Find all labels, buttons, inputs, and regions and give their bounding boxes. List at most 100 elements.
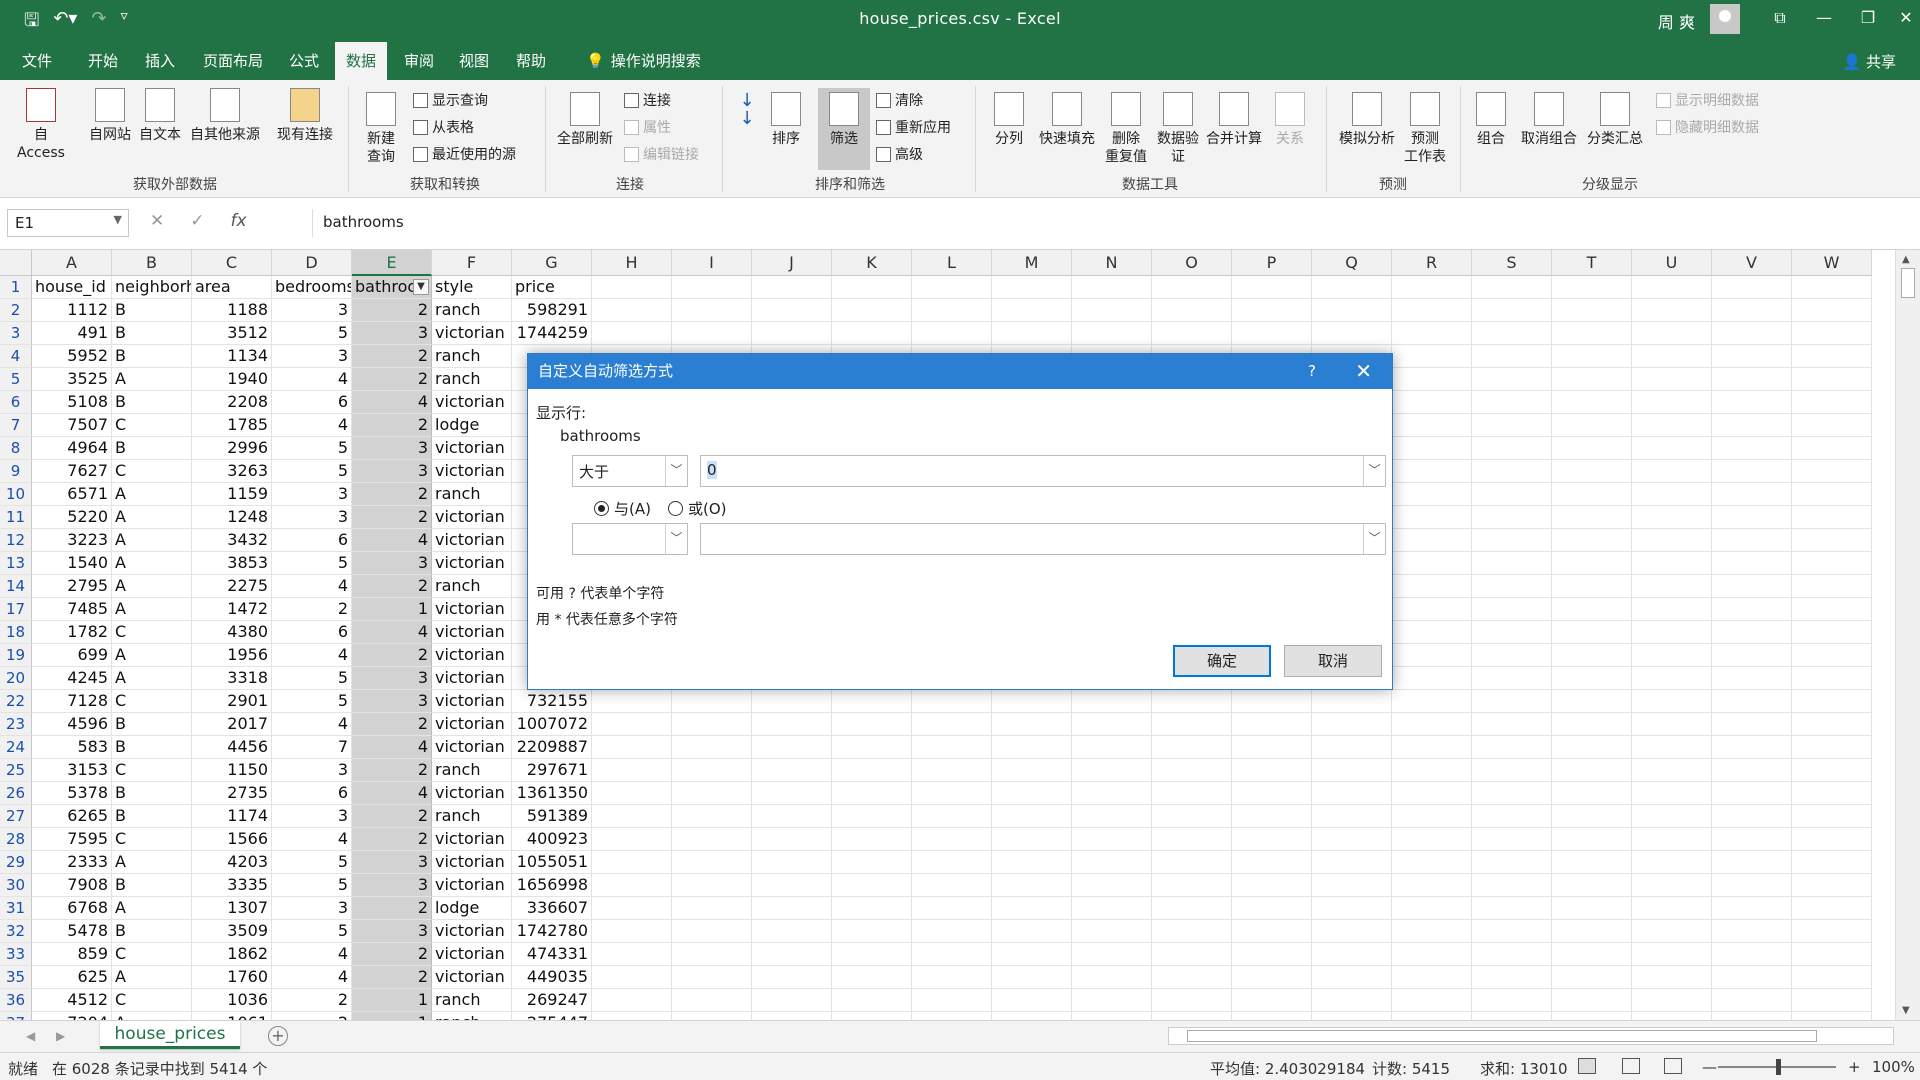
table-cell[interactable]: 2795 <box>32 575 112 598</box>
table-cell[interactable] <box>1632 460 1712 483</box>
column-header-p[interactable]: P <box>1232 250 1312 276</box>
column-header-t[interactable]: T <box>1552 250 1632 276</box>
table-cell[interactable]: 3 <box>272 805 352 828</box>
table-cell[interactable] <box>1552 621 1632 644</box>
table-cell[interactable] <box>1152 759 1232 782</box>
table-cell[interactable]: A <box>112 506 192 529</box>
table-cell[interactable]: 2 <box>352 506 432 529</box>
table-cell[interactable] <box>1472 368 1552 391</box>
advanced-filter-button[interactable]: 高级 <box>876 144 923 164</box>
flash-fill-button[interactable]: 快速填充 <box>1034 92 1100 148</box>
table-cell[interactable] <box>1632 943 1712 966</box>
connections-button[interactable]: 连接 <box>624 90 671 110</box>
table-cell[interactable]: 591389 <box>512 805 592 828</box>
table-cell[interactable] <box>752 805 832 828</box>
table-cell[interactable]: 4 <box>352 621 432 644</box>
row-header[interactable]: 18 <box>0 621 32 644</box>
table-cell[interactable] <box>1552 483 1632 506</box>
table-cell[interactable] <box>1072 805 1152 828</box>
table-cell[interactable] <box>1632 897 1712 920</box>
table-cell[interactable] <box>1792 483 1872 506</box>
table-cell[interactable]: 3 <box>352 667 432 690</box>
column-header-b[interactable]: B <box>112 250 192 276</box>
table-cell[interactable]: 2 <box>272 1012 352 1020</box>
table-cell[interactable] <box>1312 759 1392 782</box>
table-cell[interactable] <box>1392 322 1472 345</box>
row-header[interactable]: 11 <box>0 506 32 529</box>
table-cell[interactable] <box>832 989 912 1012</box>
close-icon[interactable]: ✕ <box>1886 8 1920 27</box>
table-cell[interactable] <box>1152 966 1232 989</box>
zoom-slider-thumb[interactable] <box>1776 1059 1781 1075</box>
next-sheet-icon[interactable]: ▶ <box>56 1029 65 1043</box>
table-cell[interactable]: 474331 <box>512 943 592 966</box>
table-cell[interactable]: 5 <box>272 851 352 874</box>
table-cell[interactable] <box>1552 736 1632 759</box>
table-cell[interactable]: 1785 <box>192 414 272 437</box>
table-cell[interactable]: 4203 <box>192 851 272 874</box>
table-cell[interactable] <box>992 966 1072 989</box>
table-cell[interactable] <box>1472 736 1552 759</box>
table-cell[interactable] <box>1392 989 1472 1012</box>
table-cell[interactable]: 1188 <box>192 299 272 322</box>
table-cell[interactable] <box>1552 690 1632 713</box>
table-cell[interactable]: 4 <box>352 529 432 552</box>
table-cell[interactable] <box>1392 759 1472 782</box>
table-cell[interactable] <box>912 759 992 782</box>
table-cell[interactable] <box>752 782 832 805</box>
table-cell[interactable]: A <box>112 644 192 667</box>
show-detail-button[interactable]: 显示明细数据 <box>1656 90 1759 110</box>
column-header-e[interactable]: E <box>352 250 432 276</box>
row-header[interactable]: 7 <box>0 414 32 437</box>
table-cell[interactable] <box>1472 667 1552 690</box>
from-web-button[interactable]: 自网站 <box>84 88 136 144</box>
table-cell[interactable]: C <box>112 759 192 782</box>
table-cell[interactable] <box>592 920 672 943</box>
table-cell[interactable] <box>1392 529 1472 552</box>
column-header-w[interactable]: W <box>1792 250 1872 276</box>
table-cell[interactable]: 3 <box>352 690 432 713</box>
header-cell[interactable] <box>992 276 1072 299</box>
table-cell[interactable]: B <box>112 713 192 736</box>
table-cell[interactable] <box>992 851 1072 874</box>
table-cell[interactable]: victorian <box>432 713 512 736</box>
table-cell[interactable]: victorian <box>432 644 512 667</box>
table-cell[interactable] <box>752 851 832 874</box>
table-cell[interactable] <box>992 805 1072 828</box>
table-cell[interactable] <box>1712 805 1792 828</box>
column-header-h[interactable]: H <box>592 250 672 276</box>
chevron-down-icon[interactable]: ﹀ <box>1363 524 1385 554</box>
table-cell[interactable] <box>1552 345 1632 368</box>
table-cell[interactable] <box>1712 322 1792 345</box>
table-cell[interactable]: victorian <box>432 736 512 759</box>
table-cell[interactable] <box>1552 943 1632 966</box>
table-cell[interactable]: ranch <box>432 368 512 391</box>
table-cell[interactable] <box>672 920 752 943</box>
table-cell[interactable]: C <box>112 828 192 851</box>
chevron-down-icon[interactable]: ﹀ <box>665 524 687 554</box>
table-cell[interactable]: 5 <box>272 322 352 345</box>
table-cell[interactable] <box>1472 966 1552 989</box>
table-cell[interactable]: victorian <box>432 552 512 575</box>
table-cell[interactable] <box>1232 989 1312 1012</box>
tab-file[interactable]: 文件 <box>14 42 60 80</box>
row-header[interactable]: 20 <box>0 667 32 690</box>
column-header-v[interactable]: V <box>1712 250 1792 276</box>
chevron-down-icon[interactable]: ﹀ <box>1363 456 1385 486</box>
table-cell[interactable] <box>1392 552 1472 575</box>
table-cell[interactable] <box>1712 828 1792 851</box>
table-cell[interactable]: 2735 <box>192 782 272 805</box>
table-cell[interactable]: 2 <box>352 368 432 391</box>
insert-function-icon[interactable]: fx <box>231 211 247 231</box>
table-cell[interactable]: 1112 <box>32 299 112 322</box>
table-cell[interactable] <box>1712 920 1792 943</box>
table-cell[interactable] <box>1392 345 1472 368</box>
table-cell[interactable] <box>1072 1012 1152 1020</box>
table-cell[interactable] <box>1392 460 1472 483</box>
table-cell[interactable]: 2996 <box>192 437 272 460</box>
table-cell[interactable] <box>1392 437 1472 460</box>
table-cell[interactable] <box>1632 805 1712 828</box>
table-cell[interactable]: 3 <box>272 483 352 506</box>
table-cell[interactable] <box>1392 575 1472 598</box>
table-cell[interactable]: 1307 <box>192 897 272 920</box>
